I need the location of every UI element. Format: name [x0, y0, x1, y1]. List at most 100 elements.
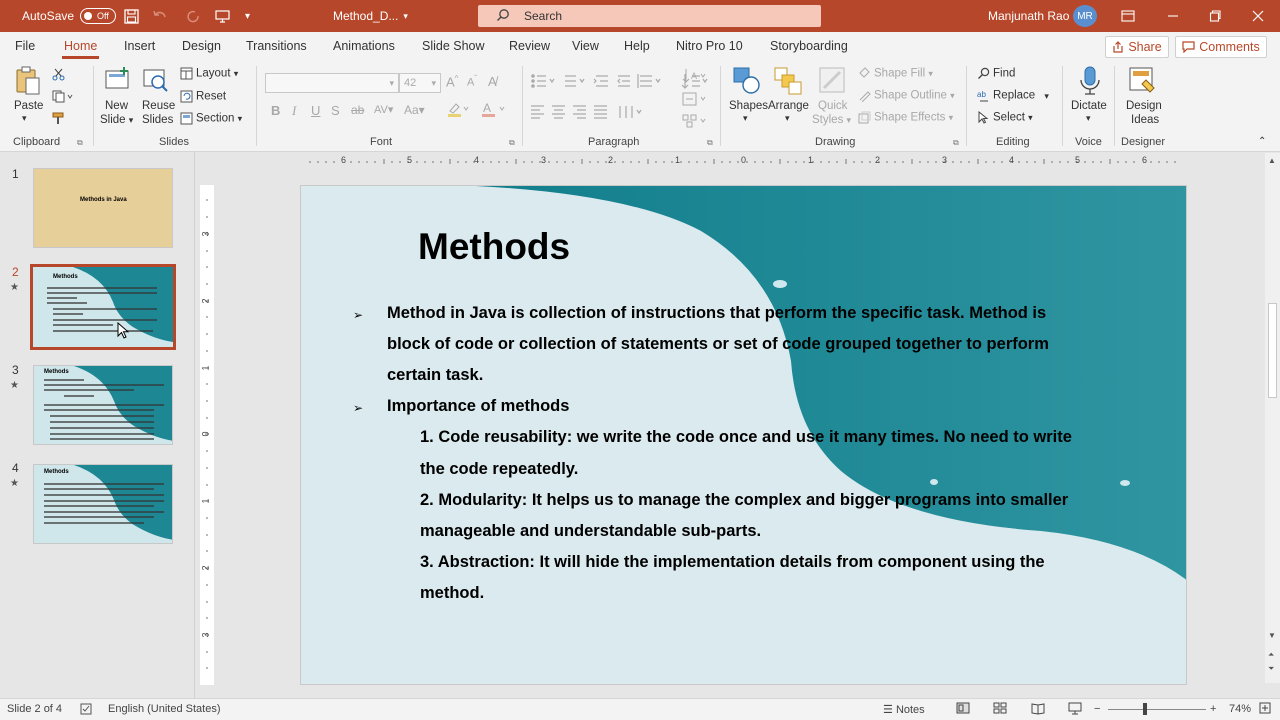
tab-animations[interactable]: Animations	[333, 39, 395, 53]
font-color-icon[interactable]: A	[481, 101, 507, 120]
character-spacing-icon[interactable]: AV▾	[374, 103, 393, 116]
shape-outline-button[interactable]: Shape Outline ▾	[858, 89, 955, 103]
paragraph-launcher-icon[interactable]: ⧉	[707, 138, 713, 148]
comments-button[interactable]: Comments	[1175, 36, 1267, 58]
slide-text-line[interactable]: certain task.	[387, 366, 483, 385]
reuse-slides-icon[interactable]	[142, 66, 170, 94]
select-button[interactable]: Select ▾	[977, 110, 1033, 124]
design-ideas-icon[interactable]	[1128, 66, 1156, 94]
reading-view-icon[interactable]	[1031, 701, 1045, 718]
new-slide-label-1[interactable]: New	[105, 100, 128, 112]
slide-text-line[interactable]: 1. Code reusability: we write the code o…	[420, 428, 1072, 447]
reset-button[interactable]: Reset	[180, 90, 226, 103]
tab-storyboarding[interactable]: Storyboarding	[770, 39, 848, 53]
text-direction-icon[interactable]: A	[682, 68, 708, 87]
zoom-level[interactable]: 74%	[1229, 703, 1251, 715]
change-case-icon[interactable]: Aa▾	[404, 103, 425, 117]
shape-fill-button[interactable]: Shape Fill ▾	[858, 67, 933, 80]
font-family-combo[interactable]: ▾	[265, 73, 399, 93]
tab-review[interactable]: Review	[509, 39, 550, 53]
quick-styles-icon[interactable]	[818, 66, 846, 94]
customize-qat-chevron-icon[interactable]: ▾	[245, 0, 250, 32]
slide-text-line[interactable]: the code repeatedly.	[420, 460, 578, 479]
layout-button[interactable]: Layout ▾	[180, 67, 238, 80]
bold-icon[interactable]: B	[271, 103, 280, 118]
highlight-icon[interactable]	[447, 101, 471, 120]
search-box[interactable]: Search	[478, 5, 821, 27]
font-launcher-icon[interactable]: ⧉	[509, 138, 515, 148]
slide-thumbnail-3[interactable]: Methods	[33, 365, 173, 445]
presentation-start-icon[interactable]	[215, 0, 230, 32]
new-slide-button[interactable]: Slide ▾	[100, 114, 133, 126]
format-painter-icon[interactable]	[52, 112, 66, 128]
document-name[interactable]: Method_D... ▾	[333, 0, 408, 32]
slide-text-line[interactable]: 2. Modularity: It helps us to manage the…	[420, 491, 1068, 510]
save-icon[interactable]	[124, 0, 139, 32]
slide-thumbnail-2[interactable]: Methods	[30, 264, 176, 350]
align-text-icon[interactable]	[682, 91, 708, 110]
zoom-slider-handle[interactable]	[1143, 703, 1147, 715]
slide-text-line[interactable]: Importance of methods	[387, 397, 569, 416]
slide-text-line[interactable]: block of code or collection of statement…	[387, 335, 1049, 354]
chevron-down-icon[interactable]: ▾	[1086, 113, 1091, 124]
quick-styles-label-1[interactable]: Quick	[818, 100, 847, 112]
dictate-button[interactable]: Dictate	[1071, 100, 1107, 112]
user-name[interactable]: Manjunath Rao	[988, 0, 1069, 32]
tab-insert[interactable]: Insert	[124, 39, 155, 53]
slide-show-icon[interactable]	[1068, 701, 1082, 718]
vertical-scrollbar[interactable]: ▲ ▼ ⏶ ⏷	[1265, 153, 1280, 683]
avatar[interactable]: MR	[1073, 5, 1097, 27]
zoom-slider[interactable]	[1108, 709, 1206, 710]
notes-button[interactable]: ☰ Notes	[883, 703, 925, 716]
arrange-button[interactable]: Arrange	[768, 100, 809, 112]
slide-text-line[interactable]: 3. Abstraction: It will hide the impleme…	[420, 553, 1045, 572]
slide-text-line[interactable]: manageable and understandable sub-parts.	[420, 522, 761, 541]
share-button[interactable]: Share	[1105, 36, 1169, 58]
tab-home[interactable]: Home	[61, 39, 100, 59]
shadow-icon[interactable]: S	[331, 103, 340, 118]
tab-view[interactable]: View	[572, 39, 599, 53]
new-slide-icon[interactable]	[104, 66, 132, 94]
minimize-icon[interactable]	[1167, 0, 1179, 32]
paste-chevron-icon[interactable]: ▾	[22, 113, 27, 124]
chevron-down-icon[interactable]: ▾	[743, 113, 748, 124]
increase-font-icon[interactable]: A^	[446, 74, 458, 89]
next-slide-icon[interactable]: ⏷	[1268, 664, 1274, 674]
drawing-launcher-icon[interactable]: ⧉	[953, 138, 959, 148]
font-size-combo[interactable]: 42 ▾	[399, 73, 441, 93]
normal-view-icon[interactable]	[956, 701, 970, 718]
section-button[interactable]: Section ▾	[180, 112, 242, 125]
language-indicator[interactable]: English (United States)	[108, 703, 221, 715]
underline-icon[interactable]: U	[311, 103, 320, 118]
paste-button[interactable]: Paste	[14, 100, 43, 112]
tab-help[interactable]: Help	[624, 39, 650, 53]
copy-icon[interactable]	[52, 90, 74, 106]
tab-slide-show[interactable]: Slide Show	[422, 39, 485, 53]
shape-effects-button[interactable]: Shape Effects ▾	[858, 111, 953, 124]
quick-styles-button[interactable]: Styles ▾	[812, 114, 851, 126]
design-ideas-label-1[interactable]: Design	[1126, 100, 1162, 112]
chevron-down-icon[interactable]: ▾	[785, 113, 790, 124]
reuse-label-1[interactable]: Reuse	[142, 100, 175, 112]
microphone-icon[interactable]	[1076, 66, 1104, 95]
arrange-icon[interactable]	[773, 66, 802, 95]
italic-icon[interactable]: I	[292, 103, 296, 119]
zoom-in-icon[interactable]: +	[1210, 703, 1216, 715]
scroll-down-icon[interactable]: ▼	[1268, 631, 1276, 640]
spelling-icon[interactable]	[80, 703, 92, 718]
strikethrough-icon[interactable]: ab	[351, 103, 364, 117]
slide-canvas[interactable]: Methods ➢ Method in Java is collection o…	[300, 185, 1187, 685]
zoom-out-icon[interactable]: −	[1094, 703, 1100, 715]
slide-thumbnail-1[interactable]: Methods in Java	[33, 168, 173, 248]
tab-file[interactable]: File	[15, 39, 35, 53]
undo-icon[interactable]	[152, 0, 168, 32]
find-button[interactable]: Find	[977, 67, 1015, 80]
clipboard-launcher-icon[interactable]: ⧉	[77, 138, 83, 148]
slide-text-line[interactable]: Method in Java is collection of instruct…	[387, 304, 1046, 323]
redo-icon[interactable]	[186, 0, 201, 32]
clear-formatting-icon[interactable]: A̸	[488, 74, 497, 89]
shapes-button[interactable]: Shapes	[729, 100, 768, 112]
slide-text-line[interactable]: method.	[420, 584, 484, 603]
slide-sorter-icon[interactable]	[993, 701, 1007, 718]
replace-button[interactable]: ab Replace ▾	[977, 89, 1049, 102]
